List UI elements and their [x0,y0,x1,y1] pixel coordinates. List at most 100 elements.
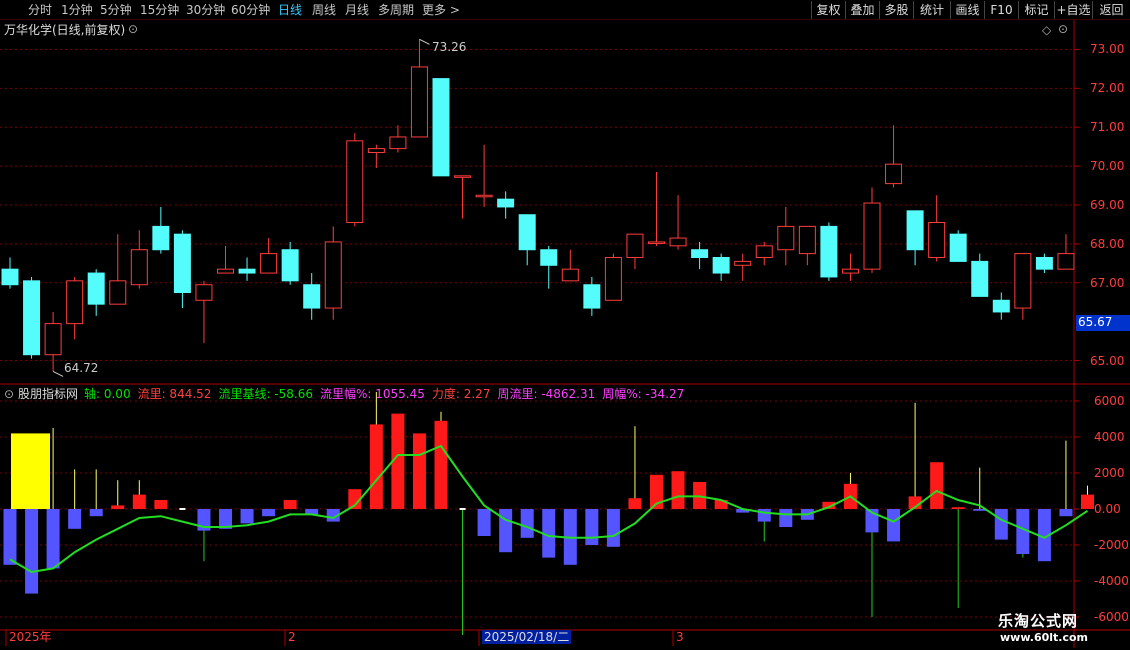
candle-up [217,268,234,274]
candle-up [130,249,148,286]
toolbar-button-5[interactable]: F10 [984,1,1018,19]
indicator-bar-negative [68,509,82,529]
period-tab-8[interactable]: 月线 [345,2,369,18]
current-price-tag: 65.67 [1076,315,1130,331]
indicator-bar-positive [951,507,965,509]
candle-up [367,148,385,154]
candle-up [755,245,773,258]
candle-up [626,233,644,259]
price-tick-label: 68.00 [1090,236,1125,251]
indicator-bar-negative [499,509,513,553]
candle-down [583,284,601,309]
indicator-chevron-icon[interactable]: ⊙ [4,387,14,401]
candle-down [518,214,536,251]
settings-icon[interactable]: ⊙ [1058,22,1068,36]
toolbar-button-7[interactable]: +自选 [1054,1,1092,19]
toolbar-button-4[interactable]: 画线 [950,1,984,19]
candle-down [820,225,838,278]
watermark-url: www.60lt.com [1000,631,1089,644]
candle-up [346,140,364,223]
toolbar-button-6[interactable]: 标记 [1018,1,1054,19]
stock-chart [0,20,1130,648]
indicator-bar-positive [434,420,448,509]
indicator-tick-label: -6000 [1094,610,1129,624]
indicator-bar-negative [520,509,534,538]
candle-up [841,268,859,274]
period-tab-10[interactable]: 更多 > [422,2,460,18]
candle-up [44,323,62,356]
indicator-field-2: 流里基线: -58.66 [218,387,313,401]
indicator-bar-negative [25,509,39,594]
indicator-tick-label: 2000 [1094,466,1125,480]
toolbar-button-0[interactable]: 复权 [811,1,845,19]
indicator-bar-negative [240,509,254,524]
candle-down [432,78,450,177]
candle-up [1057,253,1075,270]
candle-up [777,225,795,251]
chevron-down-icon[interactable]: ⊙ [128,22,138,36]
indicator-bar-positive [132,494,146,509]
candle-down [949,233,967,262]
candle-down [281,249,299,282]
candle-up [798,225,816,255]
indicator-bar-negative [585,509,599,545]
candle-down [906,210,924,251]
indicator-bar-positive [671,471,685,509]
candle-up [324,241,342,309]
indicator-bar-positive [1081,494,1094,509]
indicator-tick-label: -4000 [1094,574,1129,588]
indicator-bar-negative [46,509,60,569]
candle-down [173,233,191,294]
toolbar-button-1[interactable]: 叠加 [845,1,879,19]
indicator-bar-negative [89,509,103,517]
period-tab-0[interactable]: 分时 [28,2,52,18]
low-marker-leader [52,370,64,377]
toolbar-button-2[interactable]: 多股 [879,1,913,19]
candle-down [971,260,989,297]
low-price-marker: 64.72 [64,361,99,375]
period-tab-1[interactable]: 1分钟 [61,2,93,18]
indicator-tick-label: 4000 [1094,430,1125,444]
indicator-field-6: 周幅%: -34.27 [602,387,685,401]
candle-up [648,241,665,244]
watermark-title: 乐淘公式网 [998,612,1079,630]
period-tab-9[interactable]: 多周期 [378,2,414,18]
period-tab-4[interactable]: 30分钟 [186,2,225,18]
indicator-bar-positive [283,500,297,509]
high-price-marker: 73.26 [432,40,467,54]
candle-up [669,237,687,247]
date-tick-label: 2025/02/18/二 [482,630,572,644]
candle-down [1,268,19,286]
indicator-bar-negative [606,509,620,547]
date-tick-label: 2025年 [9,630,52,644]
indicator-bar-positive [628,498,642,509]
candle-up [863,202,881,270]
candle-up [410,66,428,138]
candle-up [454,175,472,178]
indicator-field-0: 轴: 0.00 [84,387,131,401]
date-tick-label: 3 [676,630,684,644]
period-toolbar: 分时 1分钟 5分钟 15分钟 30分钟 60分钟 日线 周线 月线 多周期 更多 > 复权 叠加 多股统… [0,0,1130,20]
indicator-bar-positive [412,433,426,509]
candle-down [303,284,321,309]
candle-down [992,299,1010,313]
toolbar-button-8[interactable]: 返回 [1092,1,1130,19]
period-tab-5[interactable]: 60分钟 [231,2,270,18]
indicator-bar-negative [1059,509,1073,517]
period-tab-7[interactable]: 周线 [312,2,336,18]
toolbar-button-3[interactable]: 统计 [913,1,950,19]
diamond-icon[interactable]: ◇ [1042,23,1051,37]
indicator-bar-positive [154,500,168,509]
period-tab-6[interactable]: 日线 [278,2,302,18]
candle-up [1014,253,1032,309]
candle-down [540,249,558,266]
candle-up [885,163,903,185]
candle-up [109,280,127,305]
period-tab-2[interactable]: 5分钟 [100,2,132,18]
candle-down [1035,257,1053,270]
period-tab-3[interactable]: 15分钟 [140,2,179,18]
candle-down [691,249,709,259]
indicator-bar-zero [459,508,466,510]
indicator-tick-label: -2000 [1094,538,1129,552]
indicator-field-5: 周流里: -4862.31 [497,387,596,401]
